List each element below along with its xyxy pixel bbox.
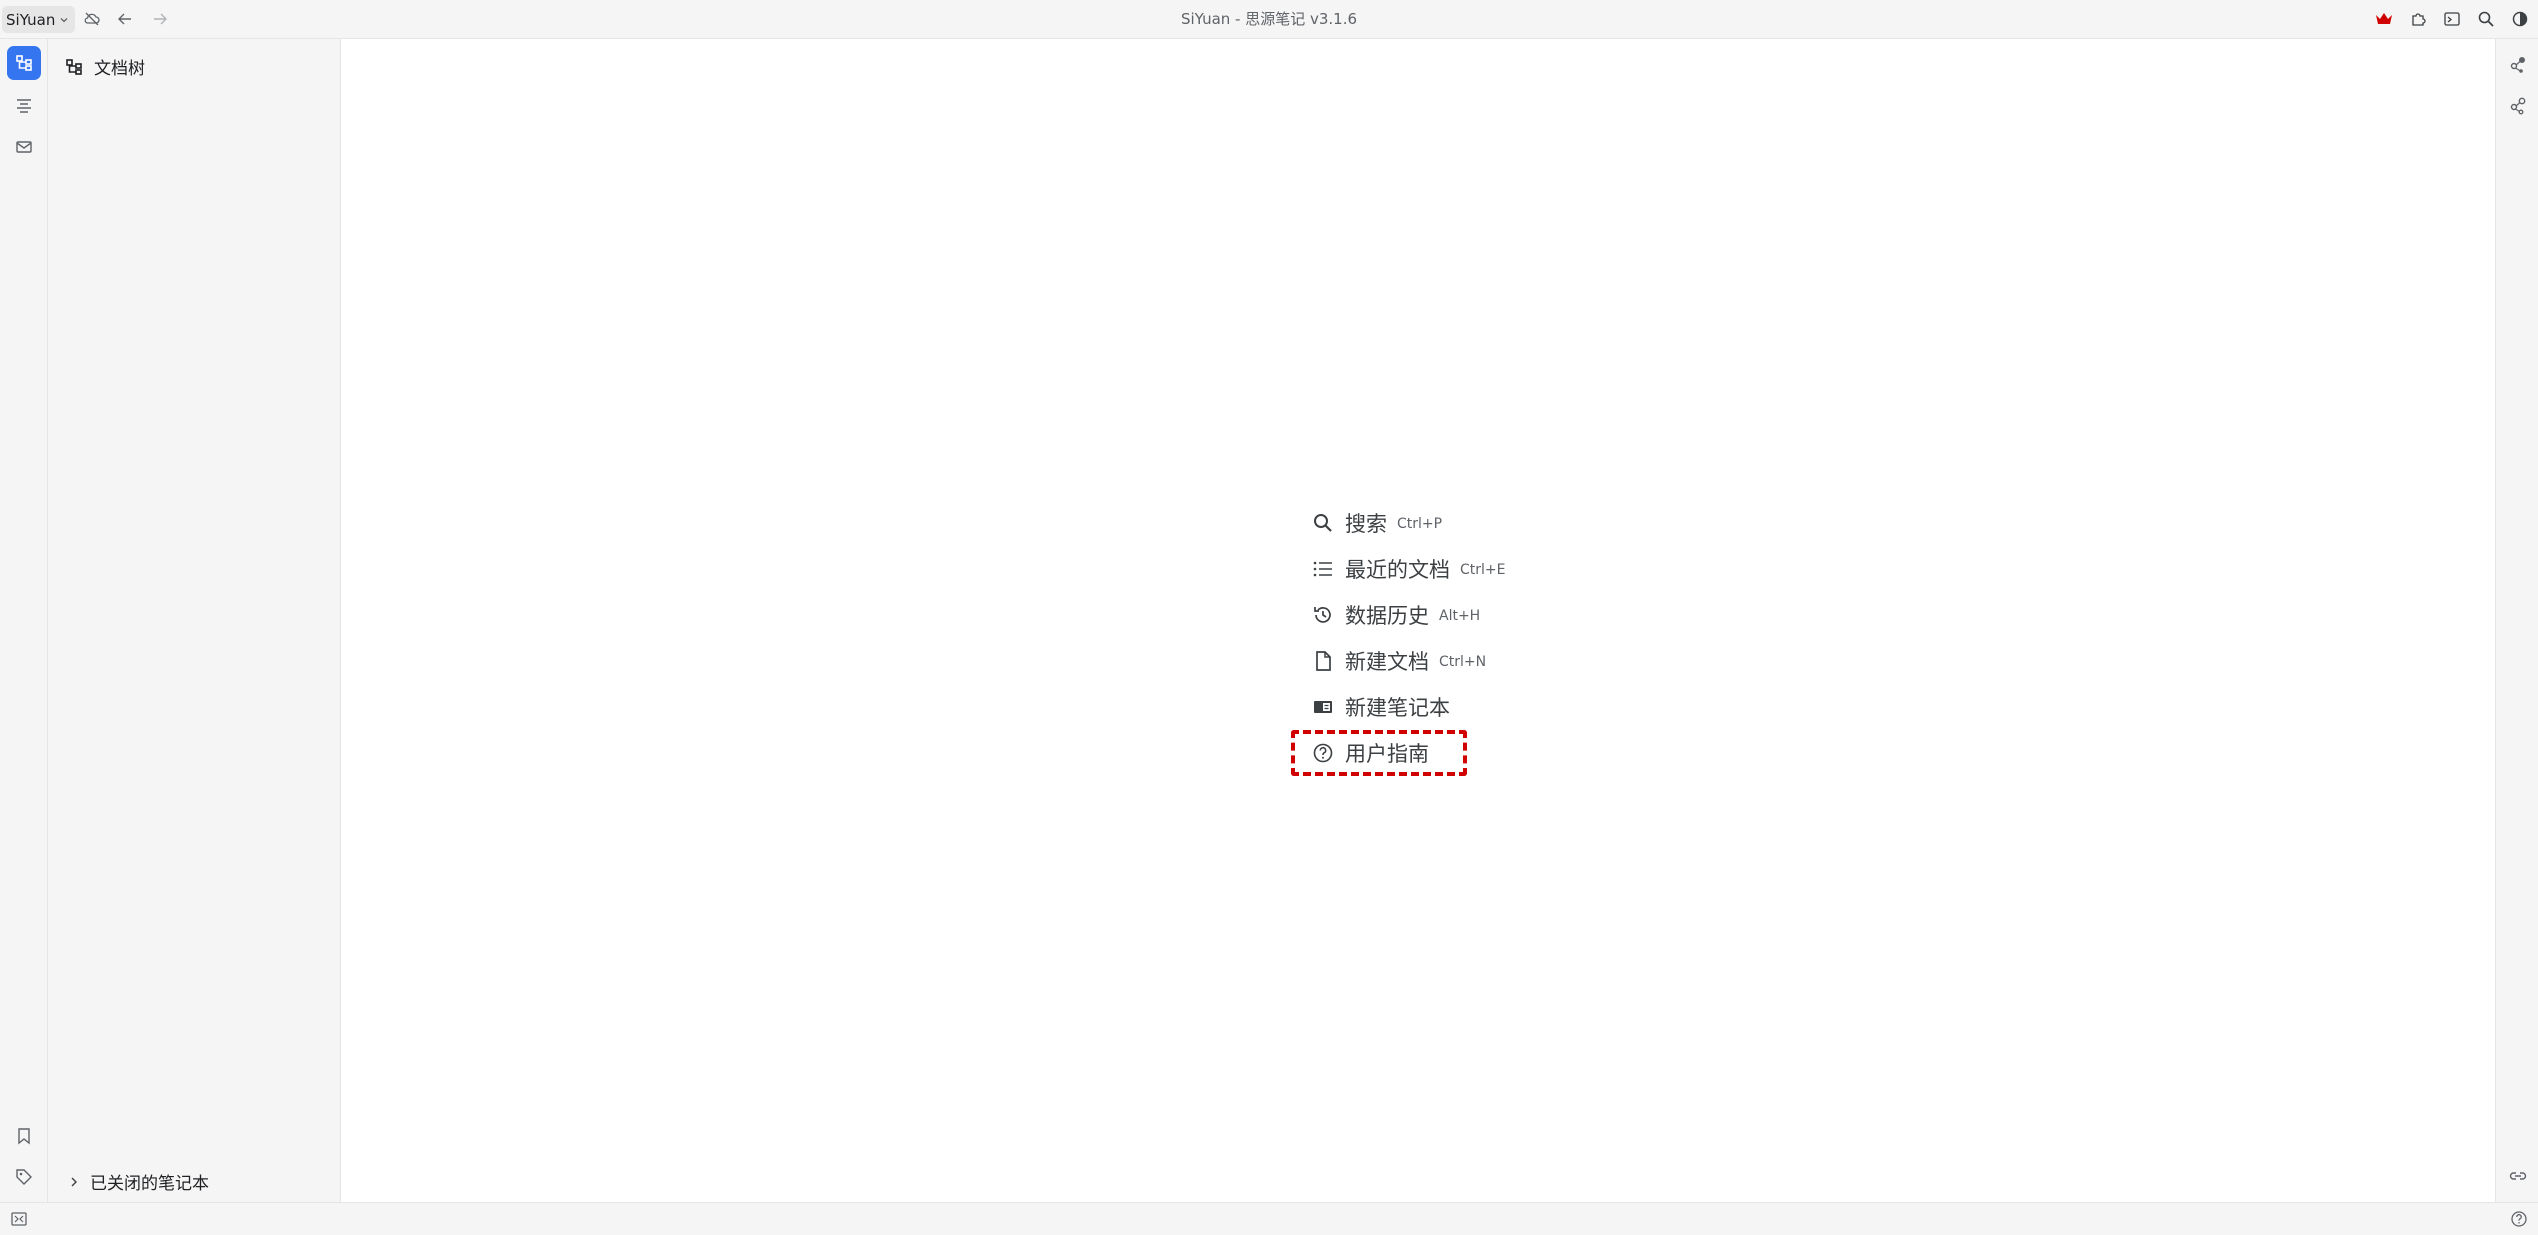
global-graph-icon[interactable] xyxy=(2507,95,2529,117)
right-dock xyxy=(2495,39,2538,1202)
file-icon xyxy=(1311,649,1335,673)
start-menu: 搜索 Ctrl+P 最近的文档 Ctrl+E 数据历史 Alt+H 新建文档 C… xyxy=(1291,500,1518,776)
menu-item-shortcut: Ctrl+N xyxy=(1439,654,1487,670)
bookmark-icon[interactable] xyxy=(7,1119,41,1153)
status-bar xyxy=(0,1202,2538,1235)
file-tree-icon[interactable] xyxy=(7,46,41,80)
menu-item-shortcut: Alt+H xyxy=(1439,608,1481,624)
menu-item-label: 数据历史 xyxy=(1345,604,1429,628)
plugin-icon[interactable] xyxy=(2408,9,2428,29)
inbox-icon[interactable] xyxy=(7,130,41,164)
file-tree-title: 文档树 xyxy=(94,59,145,79)
backlink-icon[interactable] xyxy=(2507,1165,2529,1187)
file-tree-icon xyxy=(64,57,84,77)
menu-item-shortcut: Ctrl+P xyxy=(1397,516,1443,532)
search-menu-item[interactable]: 搜索 Ctrl+P xyxy=(1291,500,1518,546)
user-guide-menu-item[interactable]: 用户指南 xyxy=(1291,730,1467,776)
history-icon xyxy=(1311,603,1335,627)
search-icon[interactable] xyxy=(2476,9,2496,29)
menu-item-label: 新建笔记本 xyxy=(1345,696,1450,720)
dock-toggle-icon[interactable] xyxy=(10,1210,28,1232)
left-dock xyxy=(0,39,48,1202)
tag-icon[interactable] xyxy=(7,1160,41,1194)
closed-notebooks-label: 已关闭的笔记本 xyxy=(90,1174,209,1194)
outline-icon[interactable] xyxy=(7,89,41,123)
notebook-icon xyxy=(1311,695,1335,719)
theme-contrast-icon[interactable] xyxy=(2510,9,2530,29)
menu-item-label: 搜索 xyxy=(1345,512,1387,536)
help-icon[interactable] xyxy=(2510,1210,2528,1232)
menu-item-shortcut: Ctrl+E xyxy=(1460,562,1506,578)
help-circle-icon xyxy=(1311,741,1335,765)
graph-icon[interactable] xyxy=(2507,54,2529,76)
terminal-icon[interactable] xyxy=(2442,9,2462,29)
menu-item-label: 新建文档 xyxy=(1345,650,1429,674)
editor-empty-area: 搜索 Ctrl+P 最近的文档 Ctrl+E 数据历史 Alt+H 新建文档 C… xyxy=(341,39,2495,1202)
crown-icon[interactable] xyxy=(2374,9,2394,29)
app-title: SiYuan - 思源笔记 v3.1.6 xyxy=(1180,10,1358,28)
menu-item-label: 用户指南 xyxy=(1345,742,1429,766)
file-tree-header: 文档树 xyxy=(64,54,145,79)
file-tree-panel: 文档树 已关闭的笔记本 xyxy=(48,39,341,1202)
menu-item-label: 最近的文档 xyxy=(1345,558,1450,582)
search-icon xyxy=(1311,511,1335,535)
top-toolbar: SiYuan SiYuan - 思源笔记 v3.1.6 xyxy=(0,0,2538,39)
data-history-menu-item[interactable]: 数据历史 Alt+H xyxy=(1291,592,1518,638)
chevron-right-icon xyxy=(68,1176,80,1188)
recent-docs-menu-item[interactable]: 最近的文档 Ctrl+E xyxy=(1291,546,1518,592)
new-doc-menu-item[interactable]: 新建文档 Ctrl+N xyxy=(1291,638,1518,684)
new-notebook-menu-item[interactable]: 新建笔记本 xyxy=(1291,684,1518,730)
list-icon xyxy=(1311,557,1335,581)
closed-notebooks-toggle[interactable]: 已关闭的笔记本 xyxy=(68,1169,209,1194)
